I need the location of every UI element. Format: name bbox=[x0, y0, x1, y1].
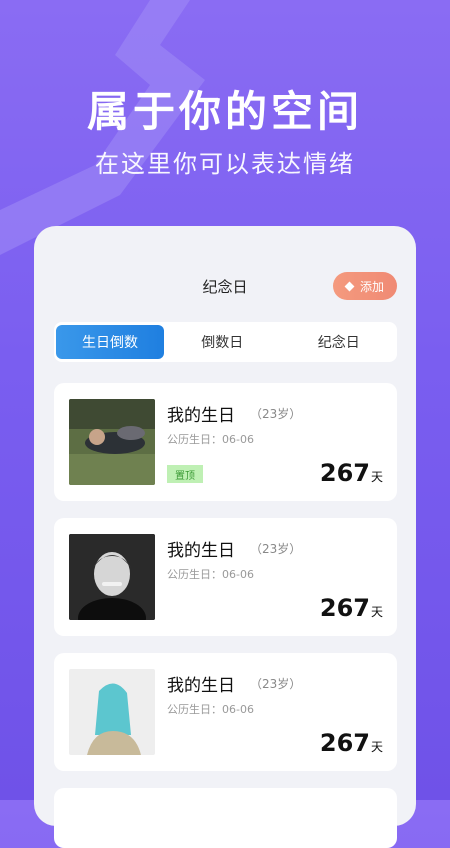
avatar-photo bbox=[69, 399, 155, 485]
avatar-photo bbox=[69, 534, 155, 620]
days-count: 267天 bbox=[320, 729, 383, 757]
hero-title: 属于你的空间 bbox=[86, 87, 363, 136]
days-number: 267 bbox=[319, 459, 370, 487]
card-title: 我的生日 bbox=[167, 406, 235, 426]
days-unit: 天 bbox=[370, 740, 383, 754]
card-date: 公历生日：06-06 bbox=[167, 703, 254, 716]
pin-badge: 置顶 bbox=[167, 465, 203, 483]
card-title: 我的生日 bbox=[167, 541, 235, 561]
app-screen: 纪念日 添加 生日倒数 倒数日 纪念日 我的生日 （23岁） 公历生日：06-0… bbox=[34, 226, 416, 848]
list-item[interactable]: 我的生日 （23岁） 公历生日：06-06 267天 bbox=[54, 653, 397, 771]
days-number: 267 bbox=[319, 729, 370, 757]
list-item[interactable]: 我的生日 （23岁） 公历生日：06-06 267天 bbox=[54, 518, 397, 636]
days-unit: 天 bbox=[370, 470, 383, 484]
add-button[interactable]: 添加 bbox=[333, 272, 397, 300]
card-title: 我的生日 bbox=[167, 676, 235, 696]
days-unit: 天 bbox=[370, 605, 383, 619]
days-count: 267天 bbox=[320, 594, 383, 622]
card-age: （23岁） bbox=[250, 542, 302, 556]
tab-countdown-days[interactable]: 倒数日 bbox=[164, 322, 281, 362]
add-button-label: 添加 bbox=[359, 279, 384, 294]
days-number: 267 bbox=[319, 594, 370, 622]
tab-birthday-countdown[interactable]: 生日倒数 bbox=[56, 325, 164, 359]
card-date: 公历生日：06-06 bbox=[167, 433, 254, 446]
tab-bar: 生日倒数 倒数日 纪念日 bbox=[54, 322, 397, 362]
avatar-photo bbox=[69, 669, 155, 755]
list-item[interactable]: 我的生日 （23岁） 公历生日：06-06 置顶 267天 bbox=[54, 383, 397, 501]
card-date: 公历生日：06-06 bbox=[167, 568, 254, 581]
hero-subtitle: 在这里你可以表达情绪 bbox=[95, 150, 355, 178]
card-age: （23岁） bbox=[250, 677, 302, 691]
list-item[interactable] bbox=[54, 788, 397, 848]
tab-anniversary[interactable]: 纪念日 bbox=[281, 322, 398, 362]
diamond-icon bbox=[344, 281, 355, 291]
days-count: 267天 bbox=[320, 459, 383, 487]
card-age: （23岁） bbox=[250, 407, 302, 421]
